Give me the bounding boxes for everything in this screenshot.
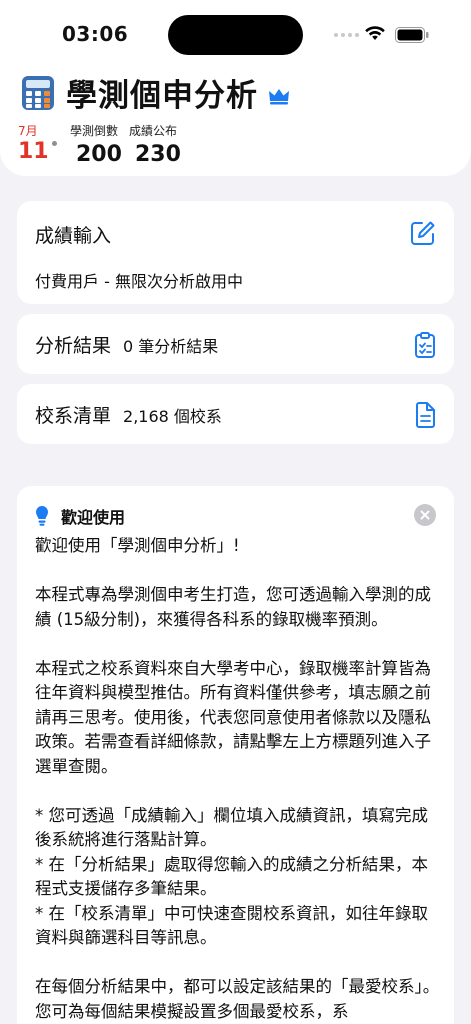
analysis-results-count: 0 筆分析結果 bbox=[123, 337, 219, 356]
welcome-tip-list: * 在「校系清單」中可快速查閱校系資訊，如往年錄取資料與篩選科目等訊息。 bbox=[35, 903, 428, 948]
score-input-title: 成績輸入 bbox=[35, 225, 112, 247]
score-input-card[interactable]: 成績輸入 付費用戶 - 無限次分析啟用中 bbox=[17, 201, 454, 304]
score-announce: 成績公布 230 bbox=[129, 122, 181, 167]
subscription-status: 付費用戶 - 無限次分析啟用中 bbox=[35, 272, 243, 291]
announce-label: 成績公布 bbox=[129, 124, 178, 138]
date-month: 7月 bbox=[18, 124, 38, 138]
title-row[interactable]: 學測個申分析 bbox=[20, 70, 290, 115]
status-time: 03:06 bbox=[62, 22, 129, 46]
wifi-icon bbox=[365, 26, 385, 40]
school-list-card[interactable]: 校系清單 2,168 個校系 bbox=[17, 384, 454, 444]
welcome-disclaimer: 本程式之校系資料來自大學考中心，錄取機率計算皆為往年資料與模型推估。所有資料僅供… bbox=[35, 658, 431, 776]
welcome-title: 歡迎使用 bbox=[61, 508, 126, 527]
welcome-intro: 本程式專為學測個申考生打造，您可透過輸入學測的成績 (15級分制)，來獲得各科系… bbox=[35, 585, 431, 629]
close-icon bbox=[420, 510, 430, 520]
welcome-panel: 歡迎使用 歡迎使用「學測個申分析」! 本程式專為學測個申考生打造，您可透過輸入學… bbox=[17, 486, 454, 1024]
countdown-value: 200 bbox=[76, 142, 122, 167]
school-list-title: 校系清單 bbox=[35, 405, 112, 427]
header: 03:06 學測個申分析 7月 11 學測倒數 200 成績公布 230 bbox=[0, 0, 471, 176]
school-list-count: 2,168 個校系 bbox=[123, 407, 222, 426]
battery-icon bbox=[395, 27, 429, 43]
countdown-label: 學測倒數 bbox=[70, 124, 119, 138]
analysis-results-title: 分析結果 bbox=[35, 335, 112, 357]
exam-countdown: 學測倒數 200 bbox=[70, 122, 122, 167]
separator-dot bbox=[52, 141, 57, 146]
cellular-signal-icon bbox=[334, 33, 359, 37]
welcome-header: 歡迎使用 bbox=[35, 504, 125, 528]
dynamic-island bbox=[168, 15, 303, 55]
document-icon[interactable] bbox=[414, 401, 436, 429]
edit-icon[interactable] bbox=[410, 220, 436, 246]
status-bar: 03:06 bbox=[0, 0, 471, 60]
crown-icon bbox=[269, 88, 289, 104]
welcome-body: 歡迎使用「學測個申分析」! 本程式專為學測個申考生打造，您可透過輸入學測的成績 … bbox=[35, 534, 440, 1024]
welcome-tip-results: * 在「分析結果」處取得您輸入的成績之分析結果，本程式支援儲存多筆結果。 bbox=[35, 854, 428, 899]
app-title[interactable]: 學測個申分析 bbox=[66, 70, 258, 115]
stats-row: 7月 11 學測倒數 200 成績公布 230 bbox=[18, 122, 458, 167]
welcome-tip-score: * 您可透過「成績輸入」欄位填入成績資訊，填寫完成後系統將進行落點計算。 bbox=[35, 805, 428, 850]
calculator-icon bbox=[22, 75, 54, 110]
clipboard-check-icon[interactable] bbox=[414, 331, 436, 359]
lightbulb-icon bbox=[36, 506, 48, 526]
date-day: 11 bbox=[18, 139, 49, 164]
analysis-results-card[interactable]: 分析結果 0 筆分析結果 bbox=[17, 314, 454, 374]
close-button[interactable] bbox=[414, 504, 436, 526]
welcome-favorites: 在每個分析結果中，都可以設定該結果的「最愛校系」。您可為每個結果模擬設置多個最愛… bbox=[35, 977, 440, 1021]
announce-value: 230 bbox=[135, 142, 181, 167]
welcome-greeting: 歡迎使用「學測個申分析」! bbox=[35, 536, 240, 555]
